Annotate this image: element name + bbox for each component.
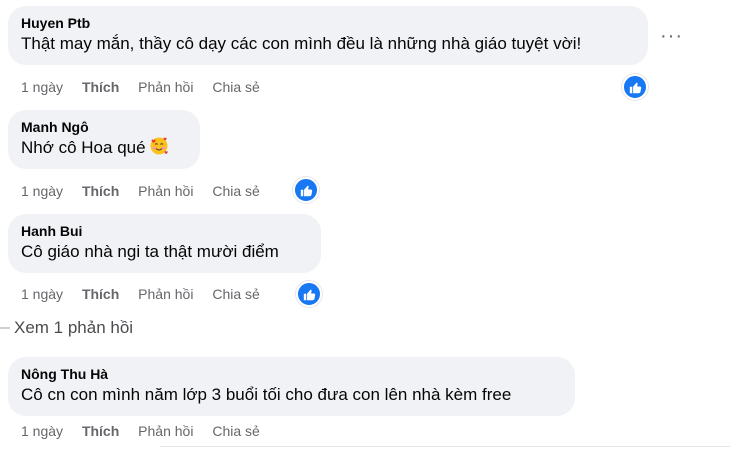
comment-item: Manh Ngô Nhớ cô Hoa qué [8, 110, 200, 169]
share-link[interactable]: Chia sẻ [212, 183, 259, 199]
divider [160, 446, 730, 447]
share-link[interactable]: Chia sẻ [212, 79, 259, 95]
thread-connector [0, 327, 10, 329]
like-link[interactable]: Thích [82, 79, 119, 95]
reply-link[interactable]: Phản hồi [138, 183, 193, 199]
smiling-face-with-hearts-icon [150, 137, 168, 155]
like-link[interactable]: Thích [82, 286, 119, 302]
comment-text: Cô giáo nhà ngi ta thật mười điểm [21, 242, 279, 261]
comment-bubble: Manh Ngô Nhớ cô Hoa qué [8, 110, 200, 169]
like-link[interactable]: Thích [82, 183, 119, 199]
like-link[interactable]: Thích [82, 423, 119, 439]
comment-author[interactable]: Nông Thu Hà [21, 365, 562, 383]
comment-text: Cô cn con mình năm lớp 3 buổi tối cho đư… [21, 385, 512, 404]
comment-timestamp[interactable]: 1 ngày [21, 423, 63, 439]
comment-text: Thật may mắn, thầy cô dạy các con mình đ… [21, 34, 582, 53]
comment-timestamp[interactable]: 1 ngày [21, 183, 63, 199]
comment-timestamp[interactable]: 1 ngày [21, 79, 63, 95]
reply-link[interactable]: Phản hồi [138, 286, 193, 302]
comment-actions: 1 ngày Thích Phản hồi Chia sẻ [21, 285, 275, 303]
comment-author[interactable]: Hanh Bui [21, 222, 308, 240]
comment-item: Huyen Ptb Thật may mắn, thầy cô dạy các … [8, 6, 648, 65]
comment-author[interactable]: Manh Ngô [21, 118, 187, 136]
like-reaction-icon[interactable] [293, 177, 319, 203]
like-reaction-icon[interactable] [296, 281, 322, 307]
comment-text: Nhớ cô Hoa qué [21, 138, 146, 157]
share-link[interactable]: Chia sẻ [212, 286, 259, 302]
comment-actions: 1 ngày Thích Phản hồi Chia sẻ [21, 78, 275, 96]
more-options-icon[interactable]: ··· [660, 26, 683, 46]
comment-actions: 1 ngày Thích Phản hồi Chia sẻ [21, 422, 275, 440]
comment-item: Nông Thu Hà Cô cn con mình năm lớp 3 buổ… [8, 357, 575, 416]
comment-text-row: Nhớ cô Hoa qué [21, 136, 187, 160]
reply-link[interactable]: Phản hồi [138, 423, 193, 439]
share-link[interactable]: Chia sẻ [212, 423, 259, 439]
view-replies-label: Xem 1 phản hồi [14, 318, 134, 337]
like-reaction-icon[interactable] [622, 74, 648, 100]
comment-bubble: Nông Thu Hà Cô cn con mình năm lớp 3 buổ… [8, 357, 575, 416]
comment-item: Hanh Bui Cô giáo nhà ngi ta thật mười đi… [8, 214, 321, 273]
comment-author[interactable]: Huyen Ptb [21, 14, 635, 32]
comment-timestamp[interactable]: 1 ngày [21, 286, 63, 302]
view-replies-link[interactable]: Xem 1 phản hồi [0, 318, 133, 338]
reply-link[interactable]: Phản hồi [138, 79, 193, 95]
comment-bubble: Hanh Bui Cô giáo nhà ngi ta thật mười đi… [8, 214, 321, 273]
comment-actions: 1 ngày Thích Phản hồi Chia sẻ [21, 182, 275, 200]
comment-bubble: Huyen Ptb Thật may mắn, thầy cô dạy các … [8, 6, 648, 65]
